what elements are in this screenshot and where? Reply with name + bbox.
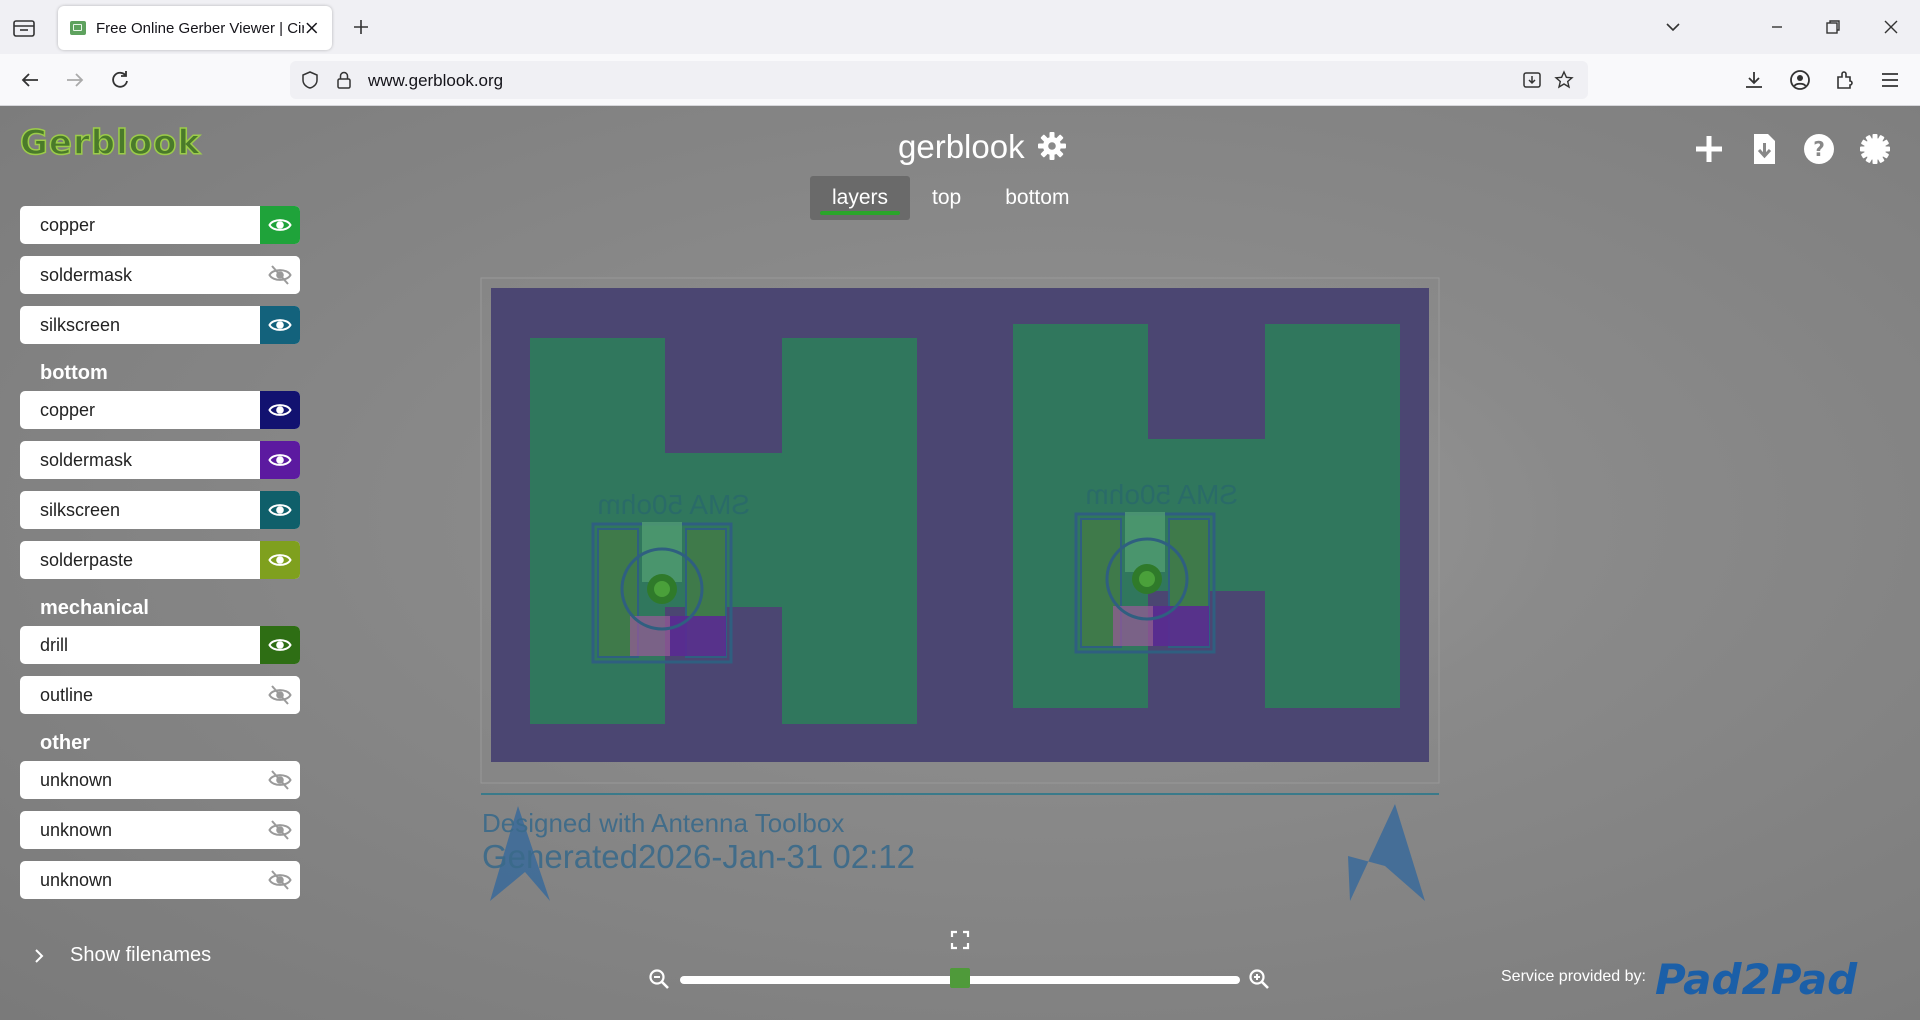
gerblook-page: Gerblook gerblook layers top bottom ? co… xyxy=(0,106,1920,1020)
sma-connector-right xyxy=(1074,512,1216,654)
layer-name: soldermask xyxy=(40,450,133,470)
show-filenames-label: Show filenames xyxy=(70,944,212,966)
eye-icon[interactable] xyxy=(260,491,300,529)
layer-name: drill xyxy=(40,635,69,655)
layer-name: unknown xyxy=(40,870,113,890)
svg-text:Gerblook: Gerblook xyxy=(20,123,201,162)
zoom-out-icon[interactable] xyxy=(648,968,670,990)
layer-row-drill[interactable]: drill xyxy=(20,626,300,664)
browser-tabbar: Free Online Gerber Viewer | Circuit Boar… xyxy=(0,0,1920,54)
help-icon[interactable]: ? xyxy=(1802,132,1836,166)
footer-line-2: Generated2026-Jan-31 02:12 xyxy=(482,838,915,875)
eye-icon[interactable] xyxy=(260,441,300,479)
tab-bottom[interactable]: bottom xyxy=(983,176,1091,220)
gerblook-logo: Gerblook xyxy=(20,122,201,162)
zoom-in-icon[interactable] xyxy=(1248,968,1270,990)
eye-icon[interactable] xyxy=(260,391,300,429)
layer-name: solderpaste xyxy=(40,550,134,570)
layer-row-outline[interactable]: outline xyxy=(20,676,300,714)
downloads-icon[interactable] xyxy=(1742,68,1766,92)
svg-text:Pad2Pad: Pad2Pad xyxy=(1655,956,1858,1002)
address-bar[interactable]: www.gerblook.org xyxy=(290,61,1588,99)
footer-line-1: Designed with Antenna Toolbox xyxy=(482,808,844,838)
minimize-icon[interactable] xyxy=(1766,16,1788,38)
pad2pad-logo[interactable]: Pad2Pad xyxy=(1655,956,1897,1002)
back-icon[interactable] xyxy=(18,68,42,92)
eye-slash-icon[interactable] xyxy=(260,256,300,294)
restore-icon[interactable] xyxy=(1822,16,1844,38)
layer-name: silkscreen xyxy=(40,500,121,520)
settings-gear-icon[interactable] xyxy=(1858,132,1892,166)
show-filenames-toggle[interactable]: Show filenames xyxy=(30,944,211,967)
tracking-shield-icon[interactable] xyxy=(300,70,320,90)
menu-icon[interactable] xyxy=(1878,68,1902,92)
layer-row-silkscreen[interactable]: silkscreen xyxy=(20,491,300,529)
download-file-icon[interactable] xyxy=(1747,132,1781,166)
pcb-board-render[interactable]: SMA 50ohm SMA 50ohm Designed with Antenn… xyxy=(480,276,1440,966)
board-settings-gear-icon[interactable] xyxy=(1036,130,1068,162)
eye-icon[interactable] xyxy=(260,206,300,244)
tab-layers[interactable]: layers xyxy=(810,176,911,220)
eye-icon[interactable] xyxy=(260,626,300,664)
layer-row-soldermask[interactable]: soldermask xyxy=(20,441,300,479)
silkscreen-label-left: SMA 50ohm xyxy=(597,489,750,520)
close-tab-icon[interactable] xyxy=(304,20,320,36)
tab-title: Free Online Gerber Viewer | Circuit Boar… xyxy=(96,19,305,37)
layer-name: outline xyxy=(40,685,94,705)
extensions-icon[interactable] xyxy=(1833,68,1857,92)
layer-name: silkscreen xyxy=(40,315,121,335)
lock-icon[interactable] xyxy=(334,70,354,90)
new-tab-icon[interactable] xyxy=(350,16,372,38)
reload-icon[interactable] xyxy=(108,68,132,92)
gerblook-favicon-icon xyxy=(70,21,86,35)
group-heading-mechanical: mechanical xyxy=(40,597,149,619)
view-tabs: layers top bottom xyxy=(810,176,1091,220)
zoom-slider-handle[interactable] xyxy=(950,968,970,988)
list-all-tabs-icon[interactable] xyxy=(1662,16,1684,38)
chevron-right-icon xyxy=(35,948,44,963)
eye-icon[interactable] xyxy=(260,306,300,344)
layer-row-copper[interactable]: copper xyxy=(20,391,300,429)
layer-name: soldermask xyxy=(40,265,133,285)
tab-top[interactable]: top xyxy=(910,176,983,220)
eye-slash-icon[interactable] xyxy=(260,861,300,899)
eye-slash-icon[interactable] xyxy=(260,761,300,799)
page-title: gerblook xyxy=(898,128,1025,165)
forward-icon[interactable] xyxy=(63,68,87,92)
install-app-icon[interactable] xyxy=(1522,70,1542,90)
layer-row-copper[interactable]: copper xyxy=(20,206,300,244)
bookmark-star-icon[interactable] xyxy=(1554,70,1574,90)
service-provided-label: Service provided by: xyxy=(1501,968,1646,985)
add-icon[interactable] xyxy=(1692,132,1726,166)
layer-row-unknown[interactable]: unknown xyxy=(20,861,300,899)
url-text[interactable]: www.gerblook.org xyxy=(368,71,503,91)
browser-navbar: www.gerblook.org xyxy=(0,54,1920,106)
layer-row-unknown[interactable]: unknown xyxy=(20,811,300,849)
layers-panel: copper soldermask silkscreen bottom copper… xyxy=(20,206,300,911)
browser-tab[interactable]: Free Online Gerber Viewer | Circuit Boar… xyxy=(58,6,332,50)
layer-row-solderpaste[interactable]: solderpaste xyxy=(20,541,300,579)
tab-list-icon[interactable] xyxy=(12,17,36,39)
group-heading-bottom: bottom xyxy=(40,362,108,384)
sma-connector-left xyxy=(591,522,733,664)
layer-row-unknown[interactable]: unknown xyxy=(20,761,300,799)
layer-name: unknown xyxy=(40,820,113,840)
layer-name: copper xyxy=(40,215,96,235)
account-icon[interactable] xyxy=(1788,68,1812,92)
layer-row-silkscreen[interactable]: silkscreen xyxy=(20,306,300,344)
group-heading-other: other xyxy=(40,732,90,754)
layer-name: unknown xyxy=(40,770,113,790)
fullscreen-icon[interactable] xyxy=(950,930,970,950)
silkscreen-label-right: SMA 50ohm xyxy=(1085,479,1238,510)
antenna-toolbox-logo-right xyxy=(1348,804,1425,901)
layer-name: copper xyxy=(40,400,96,420)
eye-slash-icon[interactable] xyxy=(260,676,300,714)
close-window-icon[interactable] xyxy=(1880,16,1902,38)
eye-slash-icon[interactable] xyxy=(260,811,300,849)
svg-text:?: ? xyxy=(1813,137,1825,161)
eye-icon[interactable] xyxy=(260,541,300,579)
layer-row-soldermask[interactable]: soldermask xyxy=(20,256,300,294)
